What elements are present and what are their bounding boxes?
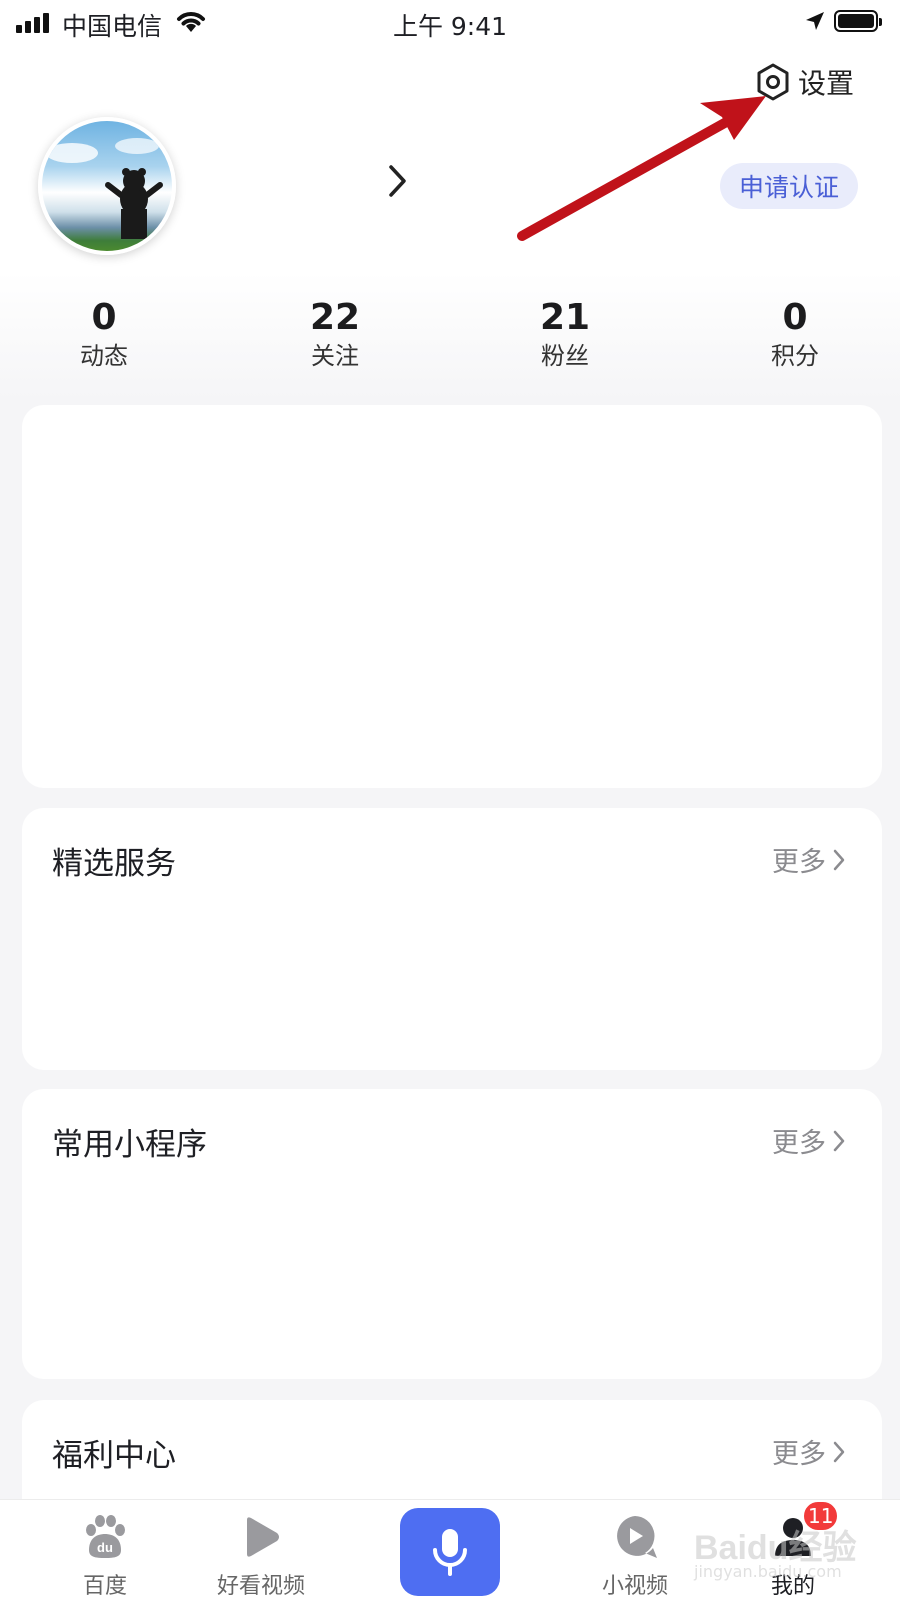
section-title: 福利中心 bbox=[52, 1438, 176, 1474]
stat-label: 粉丝 bbox=[541, 342, 589, 370]
profile-chevron-right-icon[interactable] bbox=[388, 164, 408, 198]
stat-label: 积分 bbox=[771, 342, 819, 370]
tab-label: 小视频 bbox=[601, 1574, 668, 1599]
voice-search-button[interactable] bbox=[400, 1508, 500, 1596]
status-bar: 中国电信 上午 9:41 bbox=[0, 0, 900, 46]
more-link[interactable]: 更多 bbox=[772, 840, 846, 879]
avatar[interactable] bbox=[38, 117, 176, 255]
status-time: 上午 9:41 bbox=[392, 12, 508, 41]
more-label: 更多 bbox=[772, 1128, 826, 1159]
stat-label: 动态 bbox=[80, 342, 128, 370]
battery-icon bbox=[834, 10, 882, 32]
section-title: 精选服务 bbox=[52, 846, 176, 882]
settings-button[interactable]: 设置 bbox=[756, 60, 854, 104]
settings-label: 设置 bbox=[798, 67, 855, 100]
blank-card bbox=[22, 405, 882, 788]
stat-following[interactable]: 22 关注 bbox=[265, 296, 405, 372]
apply-verification-button[interactable]: 申请认证 bbox=[720, 163, 858, 209]
chevron-right-icon bbox=[833, 1441, 845, 1462]
more-label: 更多 bbox=[772, 1439, 826, 1470]
stat-followers[interactable]: 21 粉丝 bbox=[495, 296, 635, 372]
mini-programs-card: 常用小程序 更多 bbox=[22, 1089, 882, 1379]
small-video-icon bbox=[617, 1516, 657, 1558]
stat-points[interactable]: 0 积分 bbox=[725, 296, 865, 372]
stat-value: 0 bbox=[91, 297, 117, 338]
avatar-bear-figure bbox=[46, 138, 163, 239]
tab-label: 百度 bbox=[82, 1574, 127, 1599]
tab-haokan-video[interactable]: 好看视频 bbox=[186, 1500, 336, 1601]
more-label: 更多 bbox=[772, 847, 826, 878]
tab-small-video[interactable]: 小视频 bbox=[560, 1500, 710, 1601]
microphone-icon bbox=[433, 1529, 467, 1576]
featured-services-card: 精选服务 更多 bbox=[22, 808, 882, 1070]
baidu-paw-icon: du bbox=[86, 1515, 125, 1558]
location-arrow-icon bbox=[806, 12, 824, 30]
stat-value: 22 bbox=[309, 297, 361, 338]
tab-baidu[interactable]: du 百度 bbox=[30, 1500, 180, 1601]
watermark-url: jingyan.baidu.com bbox=[694, 1562, 842, 1581]
more-link[interactable]: 更多 bbox=[772, 1121, 846, 1160]
watermark: Baidu经验 jingyan.baidu.com bbox=[694, 1520, 864, 1590]
stat-value: 0 bbox=[782, 297, 808, 338]
chevron-right-icon bbox=[833, 1130, 845, 1151]
stat-posts[interactable]: 0 动态 bbox=[34, 296, 174, 372]
stat-value: 21 bbox=[539, 297, 591, 338]
section-title: 常用小程序 bbox=[52, 1127, 207, 1163]
settings-hexagon-icon bbox=[757, 63, 789, 101]
svg-text:du: du bbox=[97, 1540, 113, 1555]
more-link[interactable]: 更多 bbox=[772, 1432, 846, 1471]
play-icon bbox=[247, 1517, 279, 1557]
stat-label: 关注 bbox=[311, 342, 359, 370]
chevron-right-icon bbox=[833, 849, 845, 870]
tab-label: 好看视频 bbox=[216, 1574, 305, 1599]
